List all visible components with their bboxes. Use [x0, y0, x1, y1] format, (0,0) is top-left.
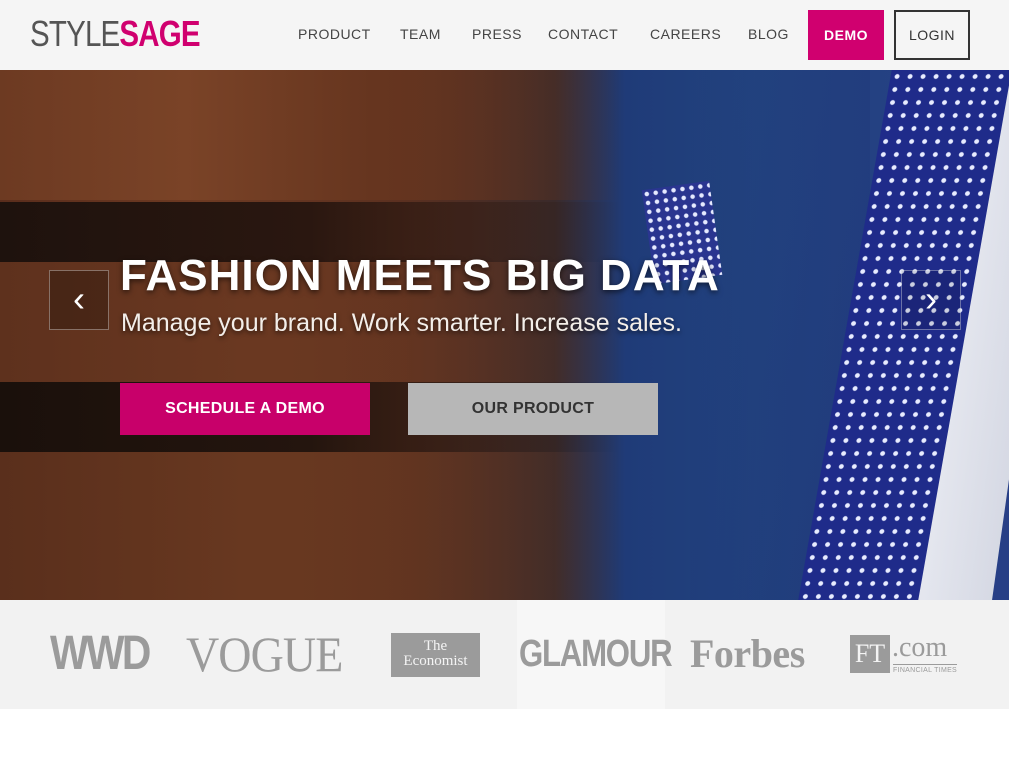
economist-logo-line1: The: [423, 638, 448, 654]
nav-item-careers[interactable]: CAREERS: [650, 26, 721, 42]
login-button[interactable]: LOGIN: [894, 10, 970, 60]
schedule-demo-button[interactable]: SCHEDULE A DEMO: [120, 383, 370, 435]
forbes-logo[interactable]: Forbes: [690, 632, 805, 676]
nav-item-contact[interactable]: CONTACT: [548, 26, 618, 42]
hero-title: FASHION MEETS BIG DATA: [120, 251, 720, 300]
hero-background-wood: [0, 70, 620, 200]
nav-item-blog[interactable]: BLOG: [748, 26, 789, 42]
ft-logo-subtitle: FINANCIAL TIMES: [893, 667, 958, 674]
economist-logo-line2: Economist: [403, 653, 468, 669]
top-navbar: STYLESAGE PRODUCT TEAM PRESS CONTACT CAR…: [0, 0, 1009, 70]
demo-button[interactable]: DEMO: [808, 10, 884, 60]
press-logos-strip: WWD VOGUE The Economist GLAMOUR Forbes F…: [0, 600, 1009, 709]
carousel-prev-button[interactable]: ‹: [49, 270, 109, 330]
hero-subtitle: Manage your brand. Work smarter. Increas…: [121, 309, 682, 337]
chevron-left-icon: ‹: [73, 278, 85, 319]
carousel-next-button[interactable]: ›: [901, 270, 961, 330]
nav-item-product[interactable]: PRODUCT: [298, 26, 371, 42]
chevron-right-icon: ›: [925, 278, 937, 319]
nav-item-team[interactable]: TEAM: [400, 26, 441, 42]
economist-logo[interactable]: The Economist: [391, 633, 480, 677]
ft-logo-mark: FT: [850, 635, 890, 673]
our-product-button[interactable]: OUR PRODUCT: [408, 383, 658, 435]
hero-background-wood: [0, 452, 620, 600]
glamour-logo[interactable]: GLAMOUR: [519, 632, 673, 676]
ft-logo-domain: .com: [892, 632, 948, 663]
vogue-logo[interactable]: VOGUE: [186, 628, 343, 680]
hero-carousel: ‹ › FASHION MEETS BIG DATA Manage your b…: [0, 70, 1009, 600]
ft-logo-rule: [893, 664, 957, 665]
nav-item-press[interactable]: PRESS: [472, 26, 522, 42]
wwd-logo[interactable]: WWD: [50, 628, 151, 680]
